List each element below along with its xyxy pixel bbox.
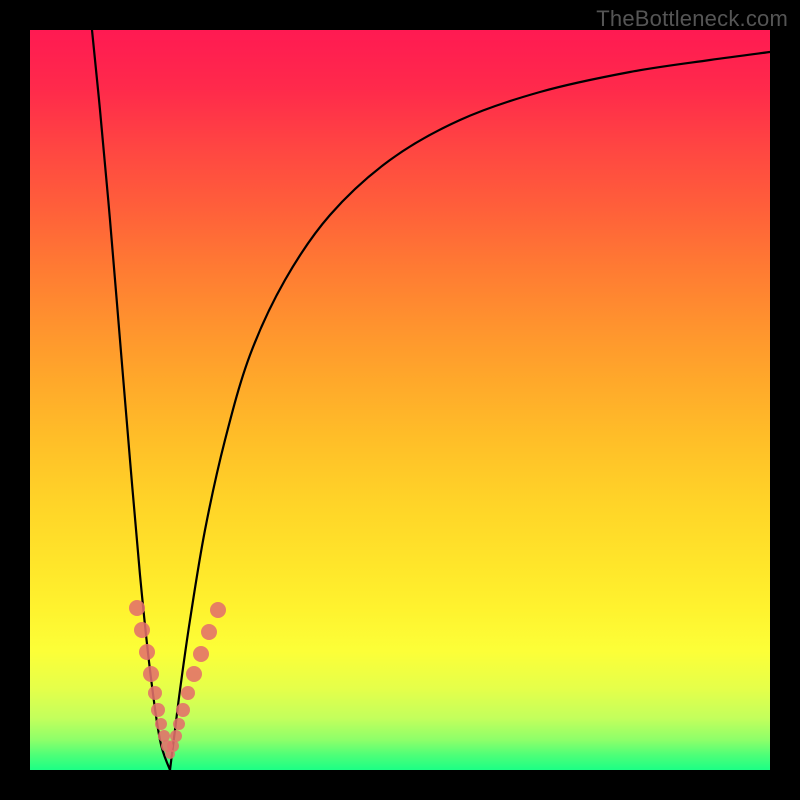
notch-marker [170,730,182,742]
notch-marker [143,666,159,682]
notch-marker [201,624,217,640]
marker-group [129,600,226,759]
notch-marker [134,622,150,638]
notch-marker [186,666,202,682]
right-branch-path [170,52,770,770]
plot-area [30,30,770,770]
notch-marker [181,686,195,700]
notch-marker [129,600,145,616]
notch-marker [151,703,165,717]
left-branch-path [92,30,170,770]
notch-marker [148,686,162,700]
notch-marker [173,718,185,730]
notch-marker [139,644,155,660]
watermark-text: TheBottleneck.com [596,6,788,32]
notch-marker [155,718,167,730]
notch-marker [193,646,209,662]
notch-marker [210,602,226,618]
curve-layer [30,30,770,770]
chart-frame: TheBottleneck.com [0,0,800,800]
notch-marker [176,703,190,717]
